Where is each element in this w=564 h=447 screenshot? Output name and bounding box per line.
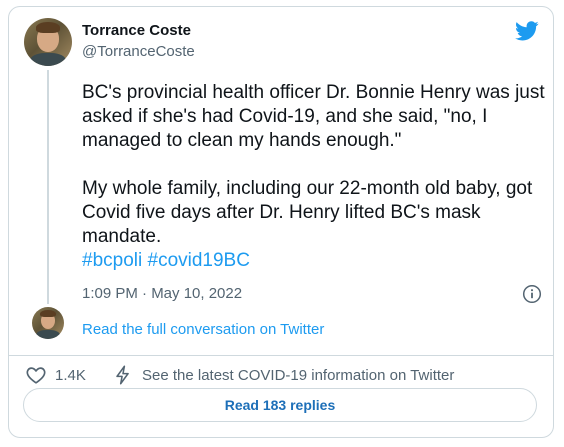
avatar-shirt bbox=[29, 52, 67, 66]
info-icon[interactable] bbox=[522, 284, 542, 304]
covid-info-link[interactable]: See the latest COVID-19 information on T… bbox=[142, 367, 454, 384]
author-handle[interactable]: @TorranceCoste bbox=[82, 43, 195, 60]
tweet-embed-card: Torrance Coste @TorranceCoste BC's provi… bbox=[8, 6, 554, 438]
thread-avatar-hair bbox=[39, 309, 57, 318]
author-name[interactable]: Torrance Coste bbox=[82, 22, 191, 39]
read-replies-button[interactable]: Read 183 replies bbox=[23, 388, 537, 422]
hashtag-covid19bc[interactable]: #covid19BC bbox=[148, 250, 250, 271]
bolt-icon[interactable] bbox=[112, 364, 134, 386]
hashtag-bcpoli[interactable]: #bcpoli bbox=[82, 250, 142, 271]
author-avatar[interactable] bbox=[24, 18, 72, 66]
tweet-text: BC's provincial health officer Dr. Bonni… bbox=[82, 81, 548, 273]
read-conversation-link[interactable]: Read the full conversation on Twitter bbox=[82, 321, 324, 338]
thread-avatar[interactable] bbox=[32, 307, 64, 339]
tweet-paragraph-2: My whole family, including our 22-month … bbox=[82, 177, 548, 273]
twitter-bird-icon[interactable] bbox=[515, 19, 539, 43]
tweet-timestamp[interactable]: 1:09 PM · May 10, 2022 bbox=[82, 285, 242, 302]
like-count[interactable]: 1.4K bbox=[55, 367, 86, 384]
heart-icon[interactable] bbox=[25, 364, 47, 386]
thread-line bbox=[47, 70, 49, 304]
divider bbox=[9, 355, 553, 356]
thread-avatar-shirt bbox=[35, 330, 61, 339]
avatar-hair bbox=[35, 21, 61, 34]
tweet-paragraph-1: BC's provincial health officer Dr. Bonni… bbox=[82, 82, 545, 151]
tweet-paragraph-2-text: My whole family, including our 22-month … bbox=[82, 178, 533, 247]
